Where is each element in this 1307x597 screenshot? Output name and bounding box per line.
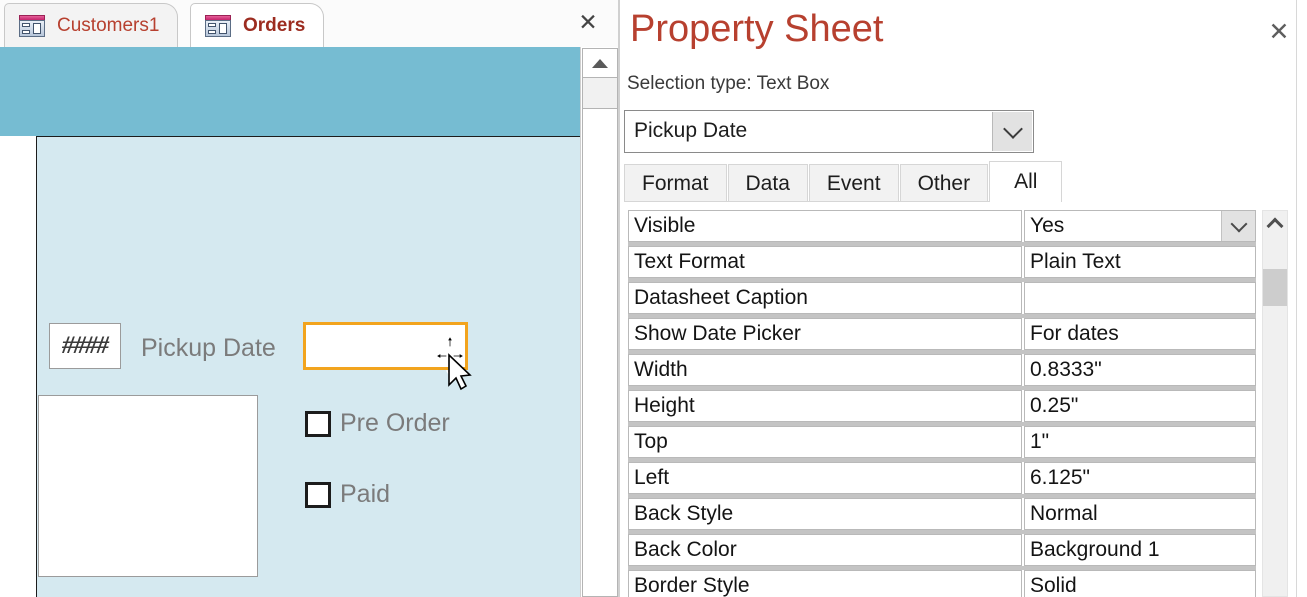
property-value-text: Plain Text [1030, 250, 1121, 273]
document-tab-strip: Customers1 Orders ✕ [0, 0, 618, 48]
property-name: Height [628, 390, 1022, 422]
property-row[interactable]: Visible Yes [628, 210, 1256, 242]
form-icon [19, 14, 45, 37]
tabs-underline [624, 201, 1039, 202]
property-name: Datasheet Caption [628, 282, 1022, 314]
property-row[interactable]: Left 6.125" [628, 462, 1256, 494]
tab-data[interactable]: Data [727, 164, 808, 202]
property-value-text: 0.8333" [1030, 358, 1102, 381]
access-form-design-window: Customers1 Orders ✕ #### Pickup Date Pre… [0, 0, 1307, 597]
form-canvas-scrollbar[interactable] [580, 47, 618, 597]
pane-right-edge [1296, 0, 1297, 597]
paid-checkbox-control[interactable]: Paid [305, 480, 390, 509]
chevron-down-icon[interactable] [992, 112, 1032, 151]
document-tab-label: Customers1 [57, 14, 160, 36]
property-value[interactable]: For dates [1024, 318, 1256, 350]
property-name: Top [628, 426, 1022, 458]
property-value[interactable] [1024, 282, 1256, 314]
property-value[interactable]: Background 1 [1024, 534, 1256, 566]
property-name: Back Style [628, 498, 1022, 530]
pre-order-label: Pre Order [340, 409, 450, 437]
pickup-date-textbox-selected[interactable] [303, 322, 468, 370]
property-row[interactable]: Back Color Background 1 [628, 534, 1256, 566]
property-value[interactable]: Solid [1024, 570, 1256, 597]
tab-event[interactable]: Event [808, 164, 899, 202]
property-category-tabs: Format Data Event Other All [624, 161, 1063, 202]
tab-other[interactable]: Other [899, 164, 989, 202]
close-document-icon[interactable]: ✕ [572, 8, 604, 38]
property-value[interactable]: 1" [1024, 426, 1256, 458]
scrollbar-thumb[interactable] [1263, 269, 1287, 306]
property-row[interactable]: Datasheet Caption [628, 282, 1256, 314]
property-value[interactable]: Plain Text [1024, 246, 1256, 278]
checkbox-icon[interactable] [305, 410, 331, 437]
pre-order-checkbox-control[interactable]: Pre Order [305, 409, 450, 438]
property-value-text: For dates [1030, 322, 1119, 345]
property-name: Visible [628, 210, 1022, 242]
property-value[interactable]: Yes [1024, 210, 1256, 242]
property-sheet-title: Property Sheet [630, 8, 884, 50]
document-tab-customers1[interactable]: Customers1 [4, 3, 179, 47]
property-name: Left [628, 462, 1022, 494]
selected-object-value: Pickup Date [634, 119, 748, 142]
property-row[interactable]: Height 0.25" [628, 390, 1256, 422]
selected-object-combobox[interactable]: Pickup Date [624, 110, 1034, 153]
property-value-text: Background 1 [1030, 538, 1160, 561]
property-row[interactable]: Back Style Normal [628, 498, 1256, 530]
scrollbar-thumb[interactable] [582, 78, 618, 109]
form-design-canvas[interactable]: #### Pickup Date Pre Order Paid [0, 47, 618, 597]
property-value-text: Yes [1030, 214, 1065, 237]
property-name: Show Date Picker [628, 318, 1022, 350]
scroll-up-button[interactable] [582, 48, 618, 78]
tab-all[interactable]: All [989, 161, 1063, 202]
property-value-text: 6.125" [1030, 466, 1091, 489]
property-value-text: 0.25" [1030, 394, 1079, 417]
property-value-text: 1" [1030, 430, 1050, 453]
document-tab-orders[interactable]: Orders [190, 3, 325, 47]
form-icon [205, 14, 231, 37]
scrollbar-track[interactable] [582, 109, 618, 597]
property-row[interactable]: Text Format Plain Text [628, 246, 1256, 278]
form-header-section[interactable] [0, 47, 580, 136]
property-grid: Visible Yes Text Format Plain Text Datasheet… [628, 210, 1256, 597]
property-name: Width [628, 354, 1022, 386]
paid-label: Paid [340, 480, 391, 508]
property-value[interactable]: 0.8333" [1024, 354, 1256, 386]
scroll-up-button[interactable] [1263, 211, 1287, 237]
property-row[interactable]: Show Date Picker For dates [628, 318, 1256, 350]
selection-type-label: Selection type: Text Box [627, 73, 830, 94]
property-value-text: Solid [1030, 574, 1077, 597]
property-row[interactable]: Width 0.8333" [628, 354, 1256, 386]
property-value[interactable]: 6.125" [1024, 462, 1256, 494]
property-value[interactable]: Normal [1024, 498, 1256, 530]
hash-placeholder-control[interactable]: #### [49, 323, 121, 369]
close-property-sheet-icon[interactable]: ✕ [1265, 17, 1293, 46]
property-name: Back Color [628, 534, 1022, 566]
property-row[interactable]: Top 1" [628, 426, 1256, 458]
pickup-date-label[interactable]: Pickup Date [141, 334, 276, 363]
property-grid-scrollbar[interactable] [1262, 210, 1288, 597]
tab-format[interactable]: Format [624, 164, 727, 202]
property-name: Border Style [628, 570, 1022, 597]
property-name: Text Format [628, 246, 1022, 278]
subform-placeholder-control[interactable] [38, 395, 258, 577]
property-sheet-pane: Property Sheet ✕ Selection type: Text Bo… [620, 0, 1307, 597]
form-design-pane: Customers1 Orders ✕ #### Pickup Date Pre… [0, 0, 618, 597]
property-value[interactable]: 0.25" [1024, 390, 1256, 422]
property-value-text: Normal [1030, 502, 1098, 525]
document-tab-label: Orders [243, 14, 306, 36]
property-row[interactable]: Border Style Solid [628, 570, 1256, 597]
chevron-down-icon[interactable] [1221, 211, 1255, 241]
checkbox-icon[interactable] [305, 481, 331, 508]
